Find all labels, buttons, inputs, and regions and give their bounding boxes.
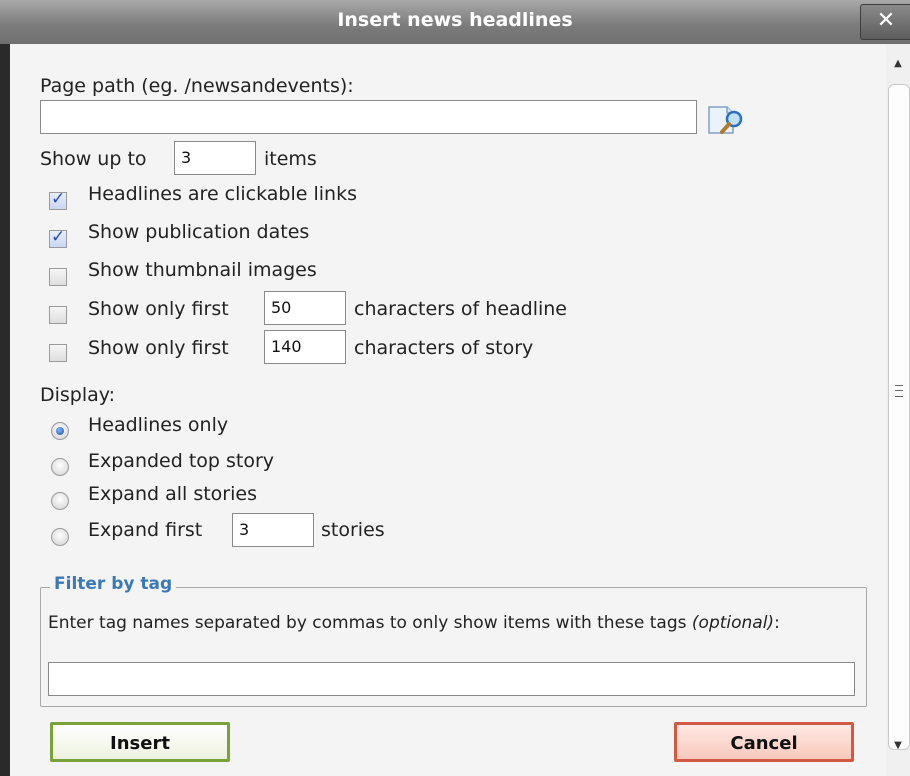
window-edge: [0, 44, 10, 776]
page-path-input[interactable]: [40, 100, 697, 134]
show-up-to-label: Show up to: [40, 148, 147, 170]
story-chars-prefix: Show only first: [88, 337, 229, 359]
close-button[interactable]: ✕: [860, 4, 910, 40]
headlines-only-radio[interactable]: [51, 422, 69, 440]
story-chars-checkbox[interactable]: [49, 344, 67, 362]
scroll-down-arrow-icon[interactable]: ▼: [886, 740, 910, 754]
title-bar: Insert news headlines ✕: [0, 0, 910, 44]
page-path-label: Page path (eg. /newsandevents):: [40, 75, 354, 97]
expand-all-stories-label: Expand all stories: [88, 483, 257, 505]
scroll-up-arrow-icon[interactable]: ▲: [886, 58, 910, 72]
checkmark-icon: ✓: [51, 227, 66, 247]
filter-description-text: Enter tag names separated by commas to o…: [48, 613, 687, 633]
scroll-thumb[interactable]: [888, 84, 910, 750]
thumbnail-images-checkbox[interactable]: [49, 268, 67, 286]
colon: :: [774, 613, 780, 633]
publication-dates-checkbox[interactable]: ✓: [49, 227, 67, 248]
expanded-top-story-label: Expanded top story: [88, 450, 275, 472]
expand-first-prefix: Expand first: [88, 519, 203, 541]
checkmark-icon: ✓: [51, 189, 66, 209]
close-icon: ✕: [876, 8, 896, 33]
headline-chars-input[interactable]: [264, 291, 346, 325]
browse-page-icon[interactable]: [706, 104, 746, 136]
headline-chars-suffix: characters of headline: [354, 298, 567, 320]
items-label: items: [264, 148, 317, 170]
optional-note: (optional): [691, 613, 775, 633]
cancel-button[interactable]: Cancel: [674, 722, 854, 762]
expand-first-input[interactable]: [232, 513, 314, 547]
dialog-title: Insert news headlines: [337, 9, 573, 31]
filter-description: Enter tag names separated by commas to o…: [48, 610, 848, 636]
headline-chars-checkbox[interactable]: [49, 306, 67, 324]
vertical-scrollbar[interactable]: ▲ ▼: [886, 44, 910, 776]
insert-button[interactable]: Insert: [50, 722, 230, 762]
tag-filter-input[interactable]: [48, 662, 855, 696]
display-label: Display:: [40, 384, 116, 406]
stories-label: stories: [321, 519, 385, 541]
thumbnail-images-label: Show thumbnail images: [88, 259, 317, 281]
filter-by-tag-legend: Filter by tag: [50, 574, 177, 594]
expanded-top-story-radio[interactable]: [51, 458, 69, 476]
headlines-only-label: Headlines only: [88, 414, 229, 436]
headline-chars-prefix: Show only first: [88, 298, 229, 320]
publication-dates-label: Show publication dates: [88, 221, 310, 243]
clickable-links-label: Headlines are clickable links: [88, 183, 358, 205]
insert-news-headlines-dialog: Insert news headlines ✕ Page path (eg. /…: [0, 0, 910, 776]
story-chars-suffix: characters of story: [354, 337, 534, 359]
expand-first-radio[interactable]: [51, 528, 69, 546]
show-up-to-input[interactable]: [174, 141, 256, 175]
clickable-links-checkbox[interactable]: ✓: [49, 189, 67, 210]
expand-all-stories-radio[interactable]: [51, 492, 69, 510]
grip-icon: [895, 385, 903, 397]
story-chars-input[interactable]: [264, 330, 346, 364]
